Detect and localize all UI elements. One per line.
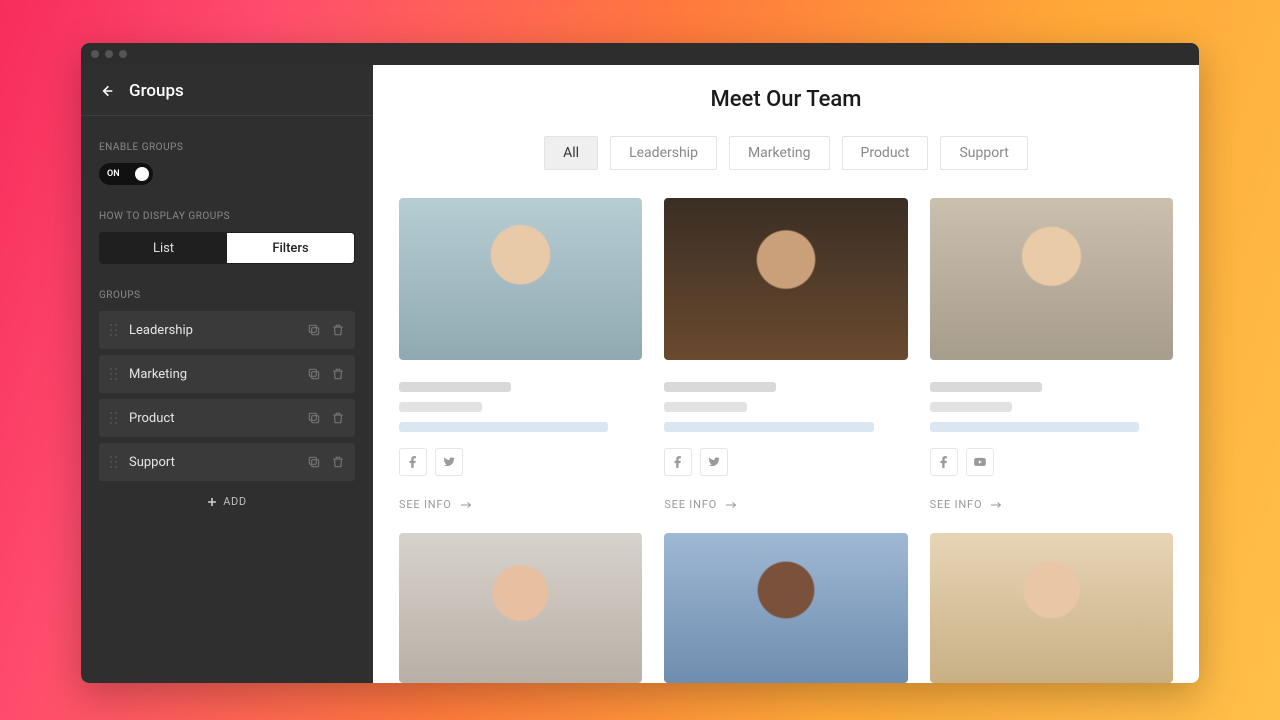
duplicate-icon[interactable]	[307, 455, 321, 469]
filter-product[interactable]: Product	[842, 136, 929, 170]
enable-groups-toggle[interactable]: ON	[99, 163, 153, 185]
member-photo	[664, 533, 907, 683]
team-grid: SEE INFO SEE INFO	[399, 198, 1173, 683]
group-item-leadership[interactable]: Leadership	[99, 311, 355, 349]
add-group-button[interactable]: ADD	[81, 481, 373, 522]
youtube-icon[interactable]	[966, 448, 994, 476]
display-mode-segmented: List Filters	[99, 232, 355, 264]
app-window: Groups ENABLE GROUPS ON HOW TO DISPLAY G…	[81, 43, 1199, 683]
placeholder-name	[664, 382, 776, 392]
display-mode-filters[interactable]: Filters	[227, 233, 354, 263]
group-item-label: Support	[129, 455, 307, 470]
trash-icon[interactable]	[331, 367, 345, 381]
toggle-knob	[135, 167, 149, 181]
traffic-light-minimize[interactable]	[105, 50, 113, 58]
twitter-icon[interactable]	[700, 448, 728, 476]
group-item-label: Marketing	[129, 367, 307, 382]
team-card	[664, 533, 907, 683]
plus-icon	[207, 497, 217, 507]
enable-groups-label: ENABLE GROUPS	[81, 142, 373, 153]
placeholder-bio	[930, 422, 1139, 432]
twitter-icon[interactable]	[435, 448, 463, 476]
placeholder-name	[399, 382, 511, 392]
member-photo	[930, 533, 1173, 683]
member-photo	[930, 198, 1173, 360]
duplicate-icon[interactable]	[307, 367, 321, 381]
trash-icon[interactable]	[331, 411, 345, 425]
back-icon[interactable]	[99, 83, 115, 99]
add-label: ADD	[223, 495, 246, 508]
placeholder-role	[399, 402, 482, 412]
trash-icon[interactable]	[331, 455, 345, 469]
arrow-right-icon	[990, 500, 1002, 510]
sidebar-title: Groups	[129, 81, 184, 101]
placeholder-bio	[399, 422, 608, 432]
page-title: Meet Our Team	[399, 87, 1173, 112]
member-photo	[664, 198, 907, 360]
drag-handle-icon[interactable]	[109, 366, 119, 382]
preview-pane: Meet Our Team All Leadership Marketing P…	[373, 65, 1199, 683]
display-mode-list[interactable]: List	[100, 233, 227, 263]
team-card: SEE INFO	[664, 198, 907, 511]
groups-list: Leadership Marketing Produ	[81, 311, 373, 481]
see-info-link[interactable]: SEE INFO	[664, 498, 907, 511]
sidebar-header: Groups	[81, 65, 373, 116]
filter-bar: All Leadership Marketing Product Support	[399, 136, 1173, 170]
trash-icon[interactable]	[331, 323, 345, 337]
member-photo	[399, 198, 642, 360]
toggle-state-label: ON	[103, 169, 120, 179]
facebook-icon[interactable]	[930, 448, 958, 476]
filter-leadership[interactable]: Leadership	[610, 136, 717, 170]
facebook-icon[interactable]	[399, 448, 427, 476]
filter-support[interactable]: Support	[940, 136, 1027, 170]
drag-handle-icon[interactable]	[109, 454, 119, 470]
arrow-right-icon	[460, 500, 472, 510]
team-card	[930, 533, 1173, 683]
arrow-right-icon	[725, 500, 737, 510]
see-info-label: SEE INFO	[399, 498, 452, 511]
group-item-label: Leadership	[129, 323, 307, 338]
see-info-link[interactable]: SEE INFO	[399, 498, 642, 511]
see-info-link[interactable]: SEE INFO	[930, 498, 1173, 511]
placeholder-role	[930, 402, 1013, 412]
filter-marketing[interactable]: Marketing	[729, 136, 830, 170]
drag-handle-icon[interactable]	[109, 322, 119, 338]
team-card: SEE INFO	[399, 198, 642, 511]
see-info-label: SEE INFO	[664, 498, 717, 511]
duplicate-icon[interactable]	[307, 323, 321, 337]
facebook-icon[interactable]	[664, 448, 692, 476]
group-item-support[interactable]: Support	[99, 443, 355, 481]
drag-handle-icon[interactable]	[109, 410, 119, 426]
groups-list-label: GROUPS	[81, 290, 373, 301]
group-item-marketing[interactable]: Marketing	[99, 355, 355, 393]
traffic-light-close[interactable]	[91, 50, 99, 58]
team-card	[399, 533, 642, 683]
duplicate-icon[interactable]	[307, 411, 321, 425]
placeholder-bio	[664, 422, 873, 432]
traffic-light-zoom[interactable]	[119, 50, 127, 58]
placeholder-name	[930, 382, 1042, 392]
filter-all[interactable]: All	[544, 136, 598, 170]
placeholder-role	[664, 402, 747, 412]
display-mode-label: HOW TO DISPLAY GROUPS	[81, 211, 373, 222]
see-info-label: SEE INFO	[930, 498, 983, 511]
member-photo	[399, 533, 642, 683]
group-item-product[interactable]: Product	[99, 399, 355, 437]
group-item-label: Product	[129, 411, 307, 426]
window-titlebar	[81, 43, 1199, 65]
team-card: SEE INFO	[930, 198, 1173, 511]
settings-sidebar: Groups ENABLE GROUPS ON HOW TO DISPLAY G…	[81, 65, 373, 683]
